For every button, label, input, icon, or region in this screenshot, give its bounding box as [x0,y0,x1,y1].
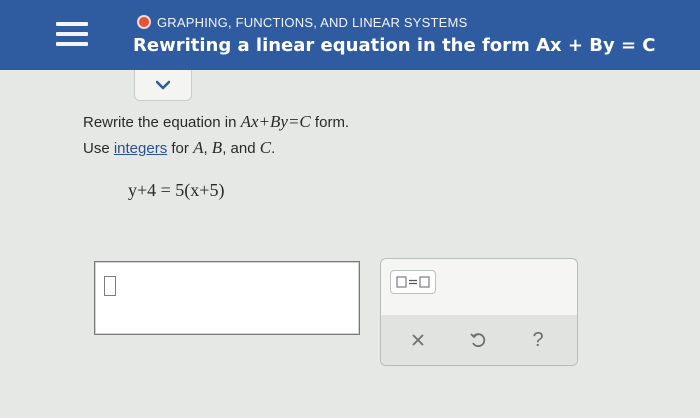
period: . [271,140,276,157]
expand-button[interactable] [134,70,192,101]
var-a: A [193,138,204,157]
clear-button[interactable] [403,325,433,355]
topic-title: GRAPHING, FUNCTIONS, AND LINEAR SYSTEMS [157,14,468,30]
constraint-mid: for [167,140,194,157]
clear-x-icon [412,334,424,346]
undo-button[interactable] [463,325,493,355]
keypad-actions: ? [381,315,577,365]
integers-link[interactable]: integers [114,140,167,157]
status-dot-icon [137,15,151,29]
help-button[interactable]: ? [523,325,553,355]
instruction-suffix: form. [310,114,350,131]
undo-icon [470,333,486,348]
topic-row: GRAPHING, FUNCTIONS, AND LINEAR SYSTEMS [137,13,467,31]
var-c: C [259,138,272,157]
separator: , [203,140,212,157]
given-equation: y+4 = 5(x+5) [128,180,225,200]
help-icon: ? [532,328,544,351]
constraint-prefix: Use [83,140,114,157]
hamburger-menu-icon[interactable] [56,22,88,48]
equation-template-button[interactable] [390,270,436,294]
header-bar: GRAPHING, FUNCTIONS, AND LINEAR SYSTEMS … [0,0,700,70]
var-b: B [211,138,223,157]
chevron-down-icon [156,80,170,90]
problem-area: Rewrite the equation in Ax+By=C form. Us… [0,100,700,418]
form-expression: Ax+By=C [240,112,311,131]
problem-constraint: Use integers for A, B, and C. [83,138,275,158]
answer-input[interactable] [94,261,360,335]
problem-instruction: Rewrite the equation in Ax+By=C form. [83,112,349,132]
subtopic-title: Rewriting a linear equation in the form … [133,35,656,56]
answer-keypad: ? [380,258,578,366]
instruction-text: Rewrite the equation in [83,114,241,131]
separator: , and [222,140,260,157]
input-placeholder-box [104,276,116,296]
equation-template-icon [396,276,430,288]
